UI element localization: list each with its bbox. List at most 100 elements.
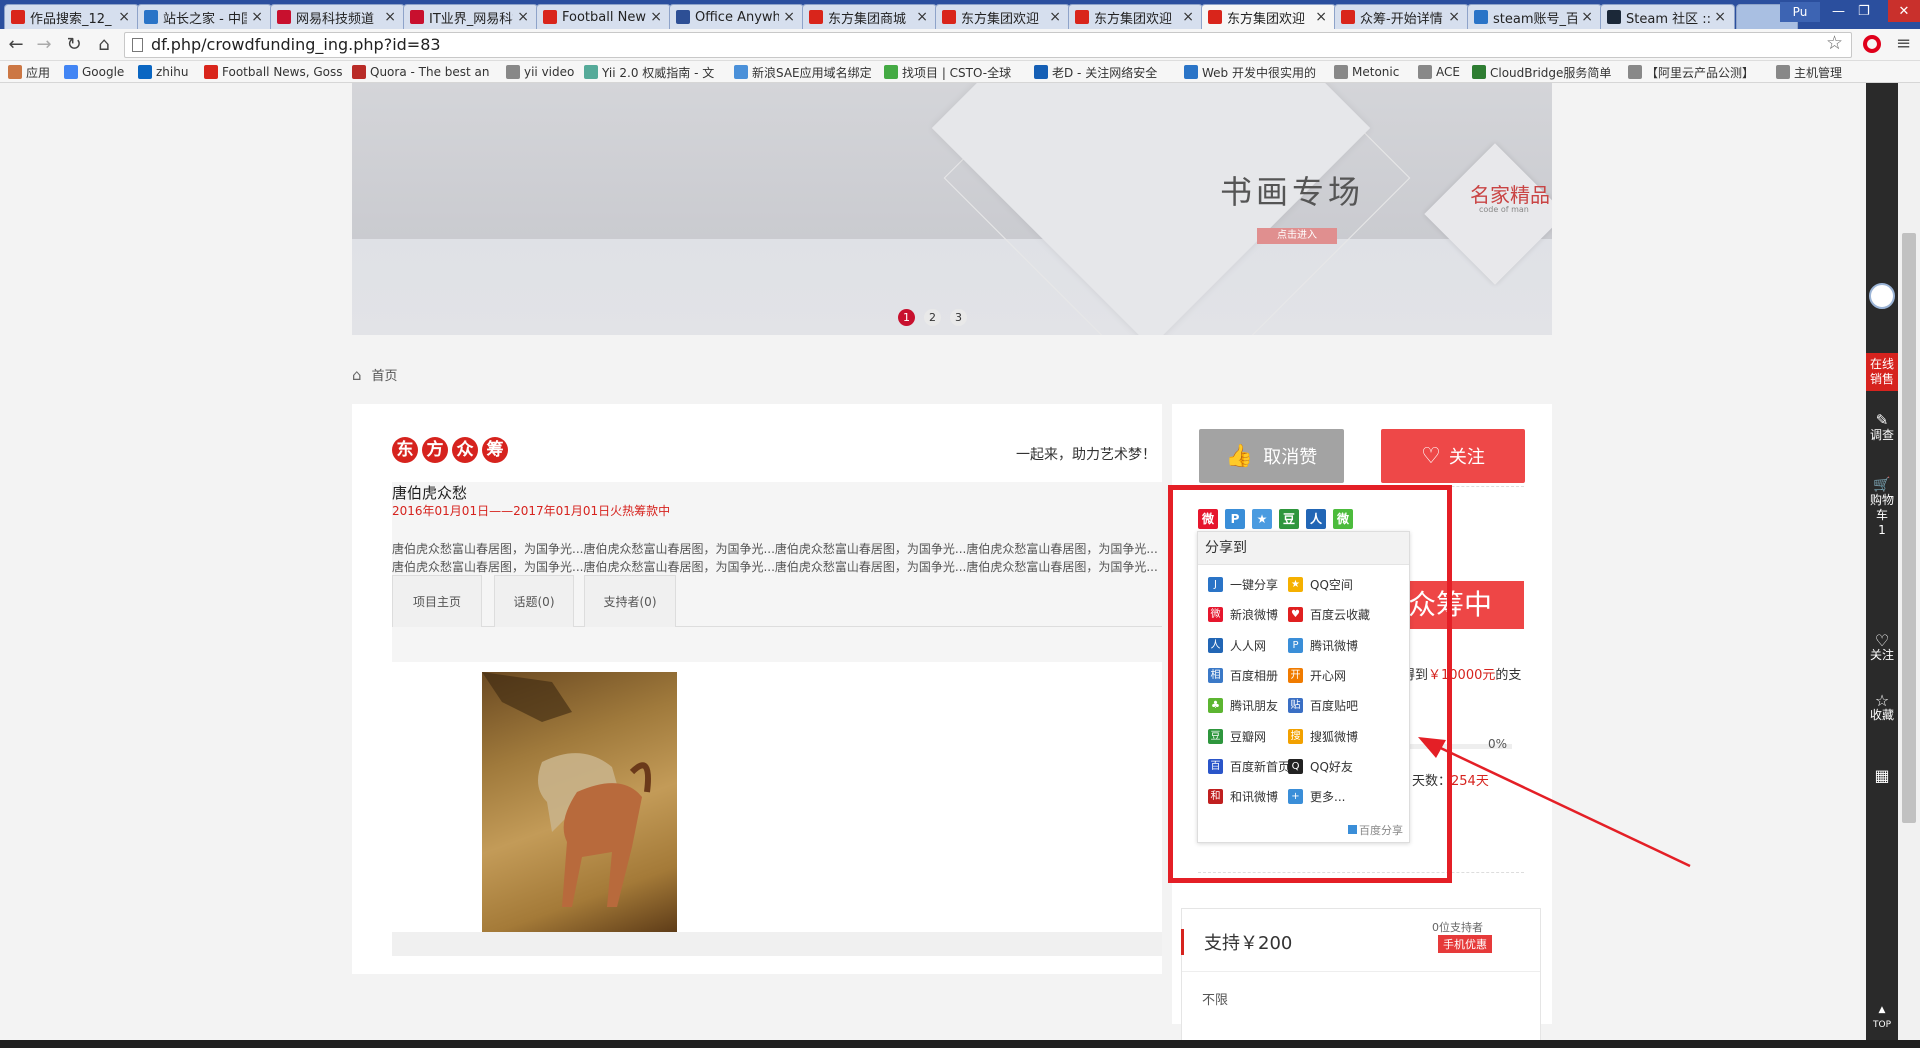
vertical-scrollbar[interactable]: [1898, 83, 1920, 1040]
bookmark-favicon: [138, 65, 152, 79]
follow-button[interactable]: ♡ 关注: [1381, 429, 1525, 483]
scrollbar-thumb[interactable]: [1902, 233, 1916, 823]
tab-close-icon[interactable]: ×: [1049, 9, 1061, 25]
tab-favicon: [144, 10, 158, 24]
tab-topics[interactable]: 话题(0): [494, 575, 574, 627]
project-tabs: 项目主页 话题(0) 支持者(0): [392, 575, 1162, 627]
bookmark-item[interactable]: 主机管理: [1776, 64, 1842, 80]
tab-close-icon[interactable]: ×: [251, 9, 263, 25]
tab-item[interactable]: steam账号_百度×: [1467, 4, 1602, 29]
restore-button[interactable]: ❐: [1858, 0, 1870, 22]
tab-favicon: [1607, 10, 1621, 24]
bookmark-item[interactable]: 【阿里云产品公测】: [1628, 64, 1754, 80]
forward-button[interactable]: →: [32, 33, 56, 57]
tab-favicon: [11, 10, 25, 24]
bookmark-favicon: [1418, 65, 1432, 79]
tab-close-icon[interactable]: ×: [1714, 9, 1726, 25]
bookmark-item[interactable]: 应用: [8, 64, 50, 80]
banner-sub-en: code of man: [1479, 205, 1529, 214]
home-button[interactable]: ⌂: [92, 33, 116, 57]
bookmark-item[interactable]: Metonic: [1334, 64, 1399, 80]
tab-close-icon[interactable]: ×: [916, 9, 928, 25]
bookmark-item[interactable]: zhihu: [138, 64, 188, 80]
tab-item[interactable]: 东方集团欢迎 ×: [1068, 4, 1203, 29]
back-to-top-button[interactable]: ▲ TOP: [1866, 1003, 1898, 1033]
tab-title: IT业界_网易科技: [429, 11, 513, 27]
collect-button[interactable]: ☆ 收藏: [1866, 693, 1898, 723]
tab-supporters[interactable]: 支持者(0): [584, 575, 676, 627]
qrcode-icon[interactable]: ▦: [1866, 768, 1898, 784]
carousel-dot[interactable]: 3: [950, 309, 967, 326]
tab-item[interactable]: 众筹-开始详情 ×: [1334, 4, 1469, 29]
follow-rail-button[interactable]: ♡ 关注: [1866, 633, 1898, 663]
follow-label: 关注: [1448, 447, 1485, 468]
bookmark-star-icon[interactable]: ☆: [1826, 32, 1843, 54]
breadcrumb: ⌂ 首页: [352, 365, 398, 385]
tab-close-icon[interactable]: ×: [1182, 9, 1194, 25]
profile-button[interactable]: Pu: [1780, 2, 1820, 22]
bookmark-label: 新浪SAE应用域名绑定: [752, 65, 872, 80]
bookmark-item[interactable]: Yii 2.0 权威指南 - 文: [584, 64, 714, 80]
tab-item[interactable]: 东方集团商城 ×: [802, 4, 937, 29]
reload-button[interactable]: ↻: [62, 33, 86, 57]
thumb-up-icon: 👍: [1225, 443, 1254, 469]
logo-char: 筹: [482, 437, 508, 463]
edit-icon: ✎: [1875, 411, 1889, 429]
opera-extension-icon[interactable]: [1863, 35, 1881, 53]
bookmark-item[interactable]: ACE: [1418, 64, 1460, 80]
bookmark-item[interactable]: yii video: [506, 64, 574, 80]
tab-item[interactable]: Office Anywhere×: [669, 4, 804, 29]
tab-close-icon[interactable]: ×: [118, 9, 130, 25]
bookmark-item[interactable]: 老D - 关注网络安全: [1034, 64, 1157, 80]
survey-button[interactable]: ✎ 调查: [1866, 413, 1898, 443]
back-button[interactable]: ←: [4, 33, 28, 57]
address-bar[interactable]: df.php/crowdfunding_ing.php?id=83: [124, 32, 1852, 58]
bookmark-item[interactable]: 新浪SAE应用域名绑定: [734, 64, 872, 80]
tab-item[interactable]: 网易科技频道 ×: [270, 4, 405, 29]
tab-close-icon[interactable]: ×: [517, 9, 529, 25]
tab-item[interactable]: 站长之家 - 中国 ×: [137, 4, 272, 29]
online-sales-button[interactable]: 在线销售: [1866, 353, 1898, 391]
breadcrumb-home[interactable]: 首页: [372, 365, 398, 384]
top-label: TOP: [1872, 1020, 1891, 1030]
bookmark-item[interactable]: Football News, Goss: [204, 64, 343, 80]
tab-project-home[interactable]: 项目主页: [392, 575, 482, 627]
tab-close-icon[interactable]: ×: [1448, 9, 1460, 25]
tab-close-icon[interactable]: ×: [783, 9, 795, 25]
bookmark-item[interactable]: Web 开发中很实用的: [1184, 64, 1316, 80]
unlike-button[interactable]: 👍 取消赞: [1199, 429, 1344, 483]
tab-item[interactable]: 作品搜索_12_ ×: [4, 4, 139, 29]
close-window-button[interactable]: ✕: [1888, 0, 1920, 22]
tab-close-icon[interactable]: ×: [384, 9, 396, 25]
bookmark-item[interactable]: 找项目 | CSTO-全球: [884, 64, 1011, 80]
supporter-count: 0位支持者: [1432, 921, 1483, 934]
tab-favicon: [1341, 10, 1355, 24]
support-tier-card[interactable]: 支持￥200 0位支持者 手机优惠 不限: [1181, 908, 1541, 1040]
menu-icon[interactable]: ≡: [1896, 34, 1911, 54]
minimize-button[interactable]: —: [1832, 0, 1845, 22]
bookmark-label: Google: [82, 65, 125, 79]
bookmark-item[interactable]: CloudBridge服务简单: [1472, 64, 1611, 80]
tab-item[interactable]: Football News ×: [536, 4, 671, 29]
tab-item[interactable]: IT业界_网易科技×: [403, 4, 538, 29]
tab-item[interactable]: Steam 社区 :: ×: [1600, 4, 1735, 29]
carousel-dot[interactable]: 2: [924, 309, 941, 326]
cart-button[interactable]: 🛒 购物车 1: [1866, 478, 1898, 538]
bookmark-label: 老D - 关注网络安全: [1052, 65, 1158, 80]
tab-close-icon[interactable]: ×: [650, 9, 662, 25]
tab-item[interactable]: 东方集团欢迎 ×: [1201, 4, 1336, 29]
carousel-dot[interactable]: 1: [898, 309, 915, 326]
tab-close-icon[interactable]: ×: [1315, 9, 1327, 25]
avatar[interactable]: [1866, 283, 1898, 309]
home-icon[interactable]: ⌂: [352, 366, 362, 384]
unlike-label: 取消赞: [1263, 447, 1318, 468]
cart-label: 购物车: [1869, 493, 1894, 522]
slogan: 一起来，助力艺术梦！: [1016, 447, 1156, 463]
project-image-container: [392, 672, 770, 932]
hero-banner[interactable]: 书画专场 名家精品 code of man 点击进入 1 2 3: [352, 83, 1552, 335]
tab-item[interactable]: 东方集团欢迎 ×: [935, 4, 1070, 29]
bookmark-item[interactable]: Google: [64, 64, 124, 80]
tab-close-icon[interactable]: ×: [1581, 9, 1593, 25]
banner-enter-button[interactable]: 点击进入: [1257, 228, 1337, 244]
bookmark-item[interactable]: Quora - The best an: [352, 64, 490, 80]
